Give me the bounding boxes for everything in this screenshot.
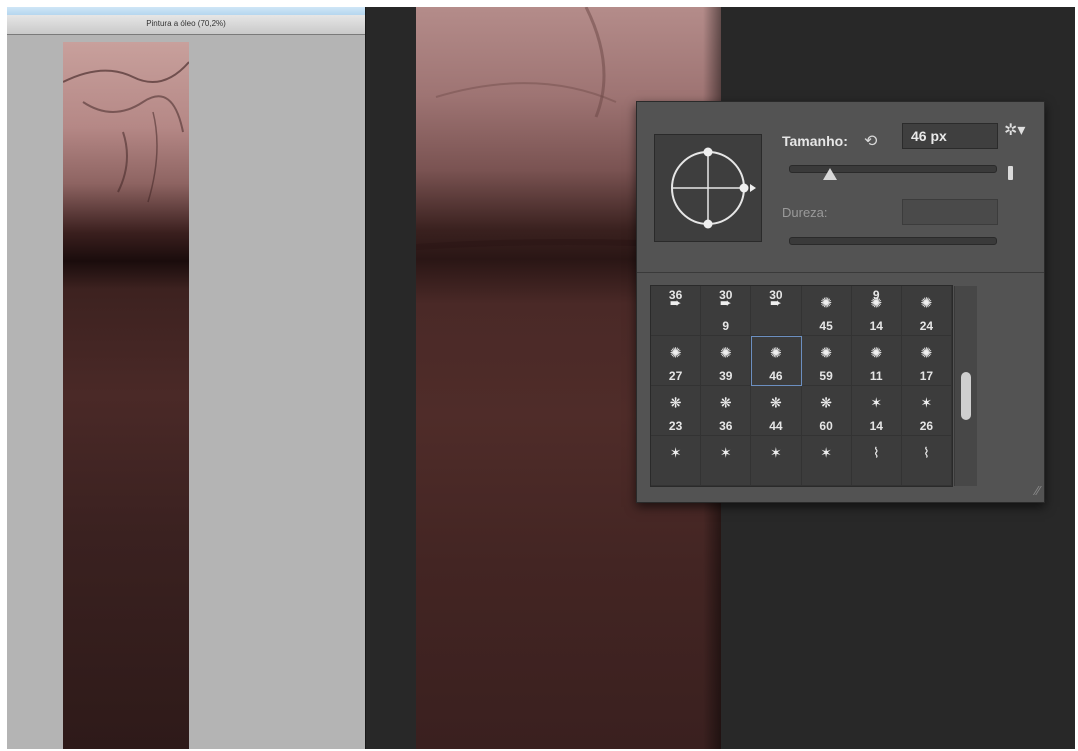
brush-preset-cell[interactable]: 30 ➨ bbox=[751, 286, 802, 336]
brush-tip-grass-icon: ⌇ bbox=[922, 444, 930, 461]
brush-size-label: 45 bbox=[819, 319, 833, 333]
brush-tip-star-icon: ✶ bbox=[719, 444, 732, 461]
dialog-titlebar[interactable]: Pintura a óleo (70,2%) bbox=[7, 7, 365, 35]
size-label: Tamanho: bbox=[782, 133, 848, 149]
gear-icon[interactable]: ✲▾ bbox=[1004, 120, 1028, 140]
brush-tip-grass-icon: ⌇ bbox=[872, 444, 880, 461]
brush-size-label: 17 bbox=[919, 369, 934, 383]
brush-preset-cell[interactable]: ❋ 36 bbox=[701, 386, 752, 436]
brush-tip-splatter-icon: ✺ bbox=[770, 344, 782, 361]
brush-tip-pencil-icon: ➨ bbox=[770, 294, 782, 311]
brush-preset-cell[interactable]: ✺ 17 bbox=[901, 336, 952, 386]
brush-size-label: 60 bbox=[819, 419, 833, 433]
brush-tip-splatter-icon: ✺ bbox=[820, 294, 832, 311]
filter-preview-image[interactable] bbox=[63, 42, 189, 749]
brush-preset-cell[interactable]: ❋ 60 bbox=[801, 386, 852, 436]
brush-preset-cell[interactable]: ✶ 26 bbox=[901, 386, 952, 436]
hardness-slider[interactable] bbox=[789, 237, 997, 245]
brush-size-label: 24 bbox=[919, 319, 934, 333]
brush-size-label: 44 bbox=[769, 419, 783, 433]
brush-preset-cell[interactable]: ✶ bbox=[801, 436, 852, 486]
scrollbar-thumb[interactable] bbox=[961, 372, 971, 420]
brush-preset-cell[interactable]: ✺ 46 bbox=[751, 336, 802, 386]
brush-size-label: 9 bbox=[722, 319, 730, 333]
brush-preset-cell[interactable]: 36 ➨ bbox=[651, 286, 702, 336]
brush-size-label: 59 bbox=[819, 369, 833, 383]
brush-tip-splatter-icon: ✺ bbox=[870, 344, 883, 361]
photoshop-workspace: Pintura a óleo (70,2%) Tamanho: ⟲ 46 px … bbox=[7, 7, 1075, 749]
brush-preset-cell[interactable]: ⌇ bbox=[901, 436, 952, 486]
hardness-input[interactable] bbox=[902, 199, 998, 225]
brush-tip-star-icon: ✶ bbox=[669, 444, 682, 461]
brush-size-label: 26 bbox=[919, 419, 934, 433]
brush-preset-cell[interactable]: 30 ➨ 9 bbox=[701, 286, 752, 336]
brush-size-label: 46 bbox=[769, 369, 783, 383]
brush-tip-splatter-icon: ✺ bbox=[870, 294, 883, 311]
brush-preset-cell[interactable]: ❋ 23 bbox=[651, 386, 702, 436]
brush-preset-picker: Tamanho: ⟲ 46 px ✲▾ Dureza: 36 ➨ 30 ➨ 9 30 ➨ ✺ 4… bbox=[636, 101, 1045, 503]
filter-dialog: Pintura a óleo (70,2%) bbox=[7, 7, 366, 749]
size-slider-thumb[interactable] bbox=[823, 168, 838, 180]
brush-tip-chalk-icon: ❋ bbox=[770, 394, 782, 411]
brush-preset-cell[interactable]: ⌇ bbox=[851, 436, 902, 486]
brush-size-label: 23 bbox=[668, 419, 683, 433]
brush-tip-splatter-icon: ✺ bbox=[920, 294, 933, 311]
brush-preset-cell[interactable]: ✺ 59 bbox=[801, 336, 852, 386]
brush-grid-scrollbar[interactable] bbox=[954, 286, 977, 486]
brush-size-label: 27 bbox=[668, 369, 683, 383]
brush-size-label: 39 bbox=[719, 369, 733, 383]
brush-preset-cell[interactable]: 9 ✺ 14 bbox=[851, 286, 902, 336]
brush-tip-splatter-icon: ✺ bbox=[820, 344, 832, 361]
hardness-label: Dureza: bbox=[782, 205, 828, 220]
brush-tip-pencil-icon: ➨ bbox=[669, 294, 682, 311]
brush-size-label: 11 bbox=[869, 369, 883, 383]
brush-tip-splatter-icon: ✺ bbox=[920, 344, 933, 361]
brush-preset-grid: 36 ➨ 30 ➨ 9 30 ➨ ✺ 45 9 ✺ 14 ✺ 24 ✺ 27 ✺ 39 ✺ 46 ✺ 59 ✺ 11 ✺ 17 ❋ 2… bbox=[650, 285, 953, 487]
brush-tip-chalk-icon: ❋ bbox=[820, 394, 832, 411]
brush-preset-cell[interactable]: ✶ bbox=[751, 436, 802, 486]
brush-preset-cell[interactable]: ✶ bbox=[651, 436, 702, 486]
brush-tip-star-icon: ✶ bbox=[820, 444, 832, 461]
brush-preset-cell[interactable]: ✺ 27 bbox=[651, 336, 702, 386]
brush-angle-preview[interactable] bbox=[654, 134, 762, 242]
size-slider[interactable] bbox=[789, 165, 997, 173]
brush-tip-chalk-icon: ❋ bbox=[669, 394, 682, 411]
reset-arrow-icon[interactable]: ⟲ bbox=[864, 131, 882, 150]
resize-grip-icon[interactable]: ⁄⁄ bbox=[1036, 483, 1040, 498]
size-slider-max-marker bbox=[1008, 166, 1013, 180]
brush-preset-cell[interactable]: ❋ 44 bbox=[751, 386, 802, 436]
brush-preset-cell[interactable]: ✶ 14 bbox=[851, 386, 902, 436]
brush-size-label: 36 bbox=[719, 419, 733, 433]
brush-preset-cell[interactable]: ✺ 24 bbox=[901, 286, 952, 336]
brush-tip-chalk-icon: ❋ bbox=[719, 394, 732, 411]
brush-preset-cell[interactable]: ✺ 45 bbox=[801, 286, 852, 336]
brush-tip-splatter-icon: ✺ bbox=[669, 344, 682, 361]
brush-size-label: 14 bbox=[869, 419, 883, 433]
dialog-title: Pintura a óleo (70,2%) bbox=[146, 19, 226, 28]
brush-tip-splatter-icon: ✺ bbox=[719, 344, 732, 361]
brush-size-label: 14 bbox=[869, 319, 883, 333]
brush-tip-pencil-icon: ➨ bbox=[719, 294, 732, 311]
brush-preset-cell[interactable]: ✺ 39 bbox=[701, 336, 752, 386]
brush-preset-cell[interactable]: ✺ 11 bbox=[851, 336, 902, 386]
brush-angle-icon bbox=[671, 147, 756, 229]
brush-tip-star-icon: ✶ bbox=[920, 394, 933, 411]
brush-preset-cell[interactable]: ✶ bbox=[701, 436, 752, 486]
panel-divider bbox=[637, 272, 1044, 273]
brush-tip-star-icon: ✶ bbox=[870, 394, 883, 411]
size-input[interactable]: 46 px bbox=[902, 123, 998, 149]
brush-tip-star-icon: ✶ bbox=[770, 444, 782, 461]
skin-texture-lines bbox=[63, 61, 189, 203]
